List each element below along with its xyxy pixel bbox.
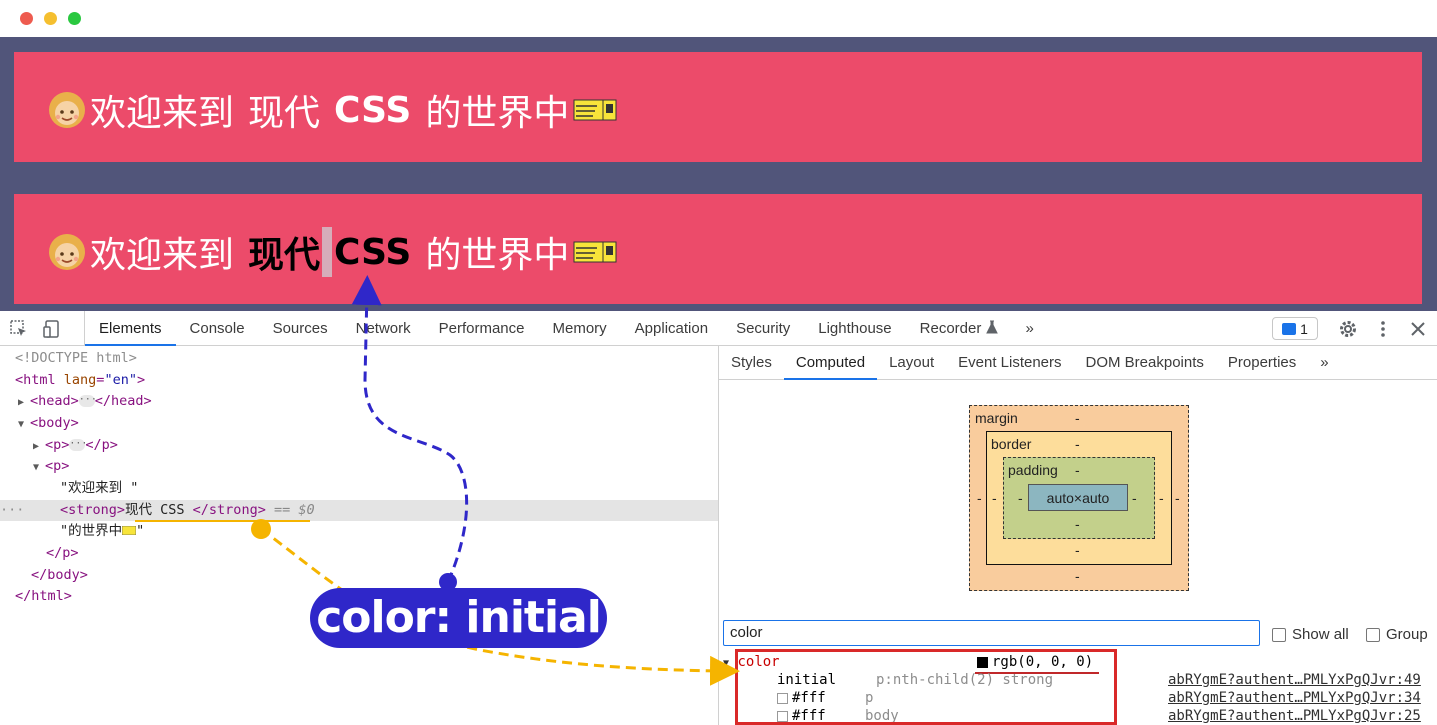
banner-text: 欢迎来到 现代 CSS 的世界中 (46, 226, 617, 278)
banner-first-paragraph: 欢迎来到 现代 CSS 的世界中 (14, 52, 1422, 162)
banner-css-text: CSS (334, 89, 412, 131)
strong-space-highlight (322, 227, 333, 277)
girl-emoji-icon (49, 92, 85, 128)
collapse-triangle-icon[interactable]: ▼ (723, 658, 729, 669)
issues-badge[interactable]: 1 (1272, 317, 1318, 340)
show-all-checkbox[interactable]: Show all (1272, 626, 1349, 643)
flask-icon (985, 320, 998, 334)
banner-prefix-text: 欢迎来到 (90, 235, 235, 276)
gear-icon[interactable] (1338, 319, 1358, 339)
more-tabs-button[interactable]: » (1012, 311, 1048, 346)
side-tabs: Styles Computed Layout Event Listeners D… (719, 346, 1437, 380)
dom-p-first[interactable]: ▶ <p>···</p> (33, 435, 118, 456)
show-all-checkbox-box[interactable] (1272, 627, 1286, 642)
dom-text-node-first[interactable]: "欢迎来到 " (60, 478, 138, 499)
strong-css-text: CSS (334, 231, 412, 273)
computed-highlight-box (735, 649, 1117, 725)
device-toolbar-icon[interactable] (42, 319, 62, 339)
dom-p-second[interactable]: ▼ <p> (33, 456, 69, 477)
expand-triangle-icon[interactable]: ▶ (33, 436, 45, 457)
dom-html[interactable]: <html lang="en"> (15, 370, 145, 391)
ellipsis-icon[interactable]: ··· (78, 395, 97, 407)
devtools-tabs: Elements Console Sources Network Perform… (84, 311, 1048, 346)
minimize-window-button[interactable] (44, 12, 57, 25)
expand-triangle-icon[interactable]: ▶ (18, 392, 30, 413)
tab-recorder[interactable]: Recorder (906, 311, 1012, 346)
dom-p-close[interactable]: </p> (46, 543, 79, 564)
trace-source-link[interactable]: abRYgmE?authent…PMLYxPgQJvr:49 (1168, 671, 1421, 689)
ticket-emoji-icon (573, 99, 617, 121)
kebab-menu-icon[interactable] (1373, 319, 1393, 339)
tab-styles[interactable]: Styles (719, 346, 784, 380)
box-model-content[interactable]: auto×auto (1028, 484, 1128, 511)
close-window-button[interactable] (20, 12, 33, 25)
dom-text-node-second[interactable]: "的世界中 " (60, 521, 144, 542)
banner-modern-text: 现代 (248, 93, 321, 134)
tab-performance[interactable]: Performance (425, 311, 539, 346)
banner-prefix-text: 欢迎来到 (90, 93, 235, 134)
group-checkbox[interactable]: Group (1366, 626, 1428, 643)
collapse-triangle-icon[interactable]: ▼ (18, 414, 30, 435)
trace-source-link[interactable]: abRYgmE?authent…PMLYxPgQJvr:25 (1168, 707, 1421, 725)
tab-network[interactable]: Network (342, 311, 425, 346)
banner-text: 欢迎来到 现代 CSS 的世界中 (46, 84, 617, 136)
devtools-toolbar: Elements Console Sources Network Perform… (0, 311, 1437, 346)
color-initial-annotation: color: initial (310, 588, 607, 648)
ticket-emoji-icon (573, 241, 617, 263)
row-dots-icon[interactable]: ··· (0, 500, 24, 521)
tab-computed[interactable]: Computed (783, 346, 878, 380)
tab-recorder-label: Recorder (919, 320, 982, 337)
issues-count: 1 (1300, 320, 1308, 337)
tab-security[interactable]: Security (722, 311, 804, 346)
inspect-element-icon[interactable] (9, 319, 29, 339)
message-icon (1282, 322, 1297, 335)
more-side-tabs-button[interactable]: » (1308, 346, 1340, 380)
window-titlebar (0, 0, 1437, 37)
group-checkbox-box[interactable] (1366, 627, 1380, 642)
dom-strong-selected[interactable]: ··· <strong>现代 CSS </strong> == $0 (0, 500, 718, 521)
dom-head[interactable]: ▶ <head>···</head> (18, 391, 152, 412)
dom-html-close[interactable]: </html> (15, 586, 72, 607)
computed-filter-input[interactable]: color (723, 620, 1260, 646)
girl-emoji-icon (49, 234, 85, 270)
close-icon[interactable] (1408, 319, 1428, 339)
trace-source-link[interactable]: abRYgmE?authent…PMLYxPgQJvr:34 (1168, 689, 1421, 707)
tab-elements[interactable]: Elements (85, 311, 176, 346)
ellipsis-icon[interactable]: ··· (69, 439, 87, 451)
banner-suffix-text: 的世界中 (425, 93, 570, 134)
tab-event-listeners[interactable]: Event Listeners (946, 346, 1073, 380)
tab-lighthouse[interactable]: Lighthouse (804, 311, 905, 346)
strong-modern-text: 现代 (248, 234, 321, 276)
tab-application[interactable]: Application (621, 311, 722, 346)
tab-sources[interactable]: Sources (259, 311, 342, 346)
tab-dom-breakpoints[interactable]: DOM Breakpoints (1074, 346, 1216, 380)
page-viewport: 欢迎来到 现代 CSS 的世界中 欢迎来到 现代 CSS 的世界中 (0, 37, 1437, 311)
dom-body[interactable]: ▼ <body> (18, 413, 79, 434)
collapse-triangle-icon[interactable]: ▼ (33, 457, 45, 478)
tab-console[interactable]: Console (176, 311, 259, 346)
dom-doctype[interactable]: <!DOCTYPE html> (15, 348, 137, 369)
dom-body-close[interactable]: </body> (31, 565, 88, 586)
elements-panel: <!DOCTYPE html> <html lang="en"> ▶ <head>… (0, 346, 718, 725)
tab-layout[interactable]: Layout (877, 346, 946, 380)
banner-second-paragraph: 欢迎来到 现代 CSS 的世界中 (14, 194, 1422, 304)
banner-suffix-text: 的世界中 (425, 235, 570, 276)
tab-memory[interactable]: Memory (539, 311, 621, 346)
tab-properties[interactable]: Properties (1216, 346, 1308, 380)
computed-side-panel: Styles Computed Layout Event Listeners D… (718, 346, 1437, 725)
zoom-window-button[interactable] (68, 12, 81, 25)
ticket-emoji-icon (121, 525, 137, 536)
